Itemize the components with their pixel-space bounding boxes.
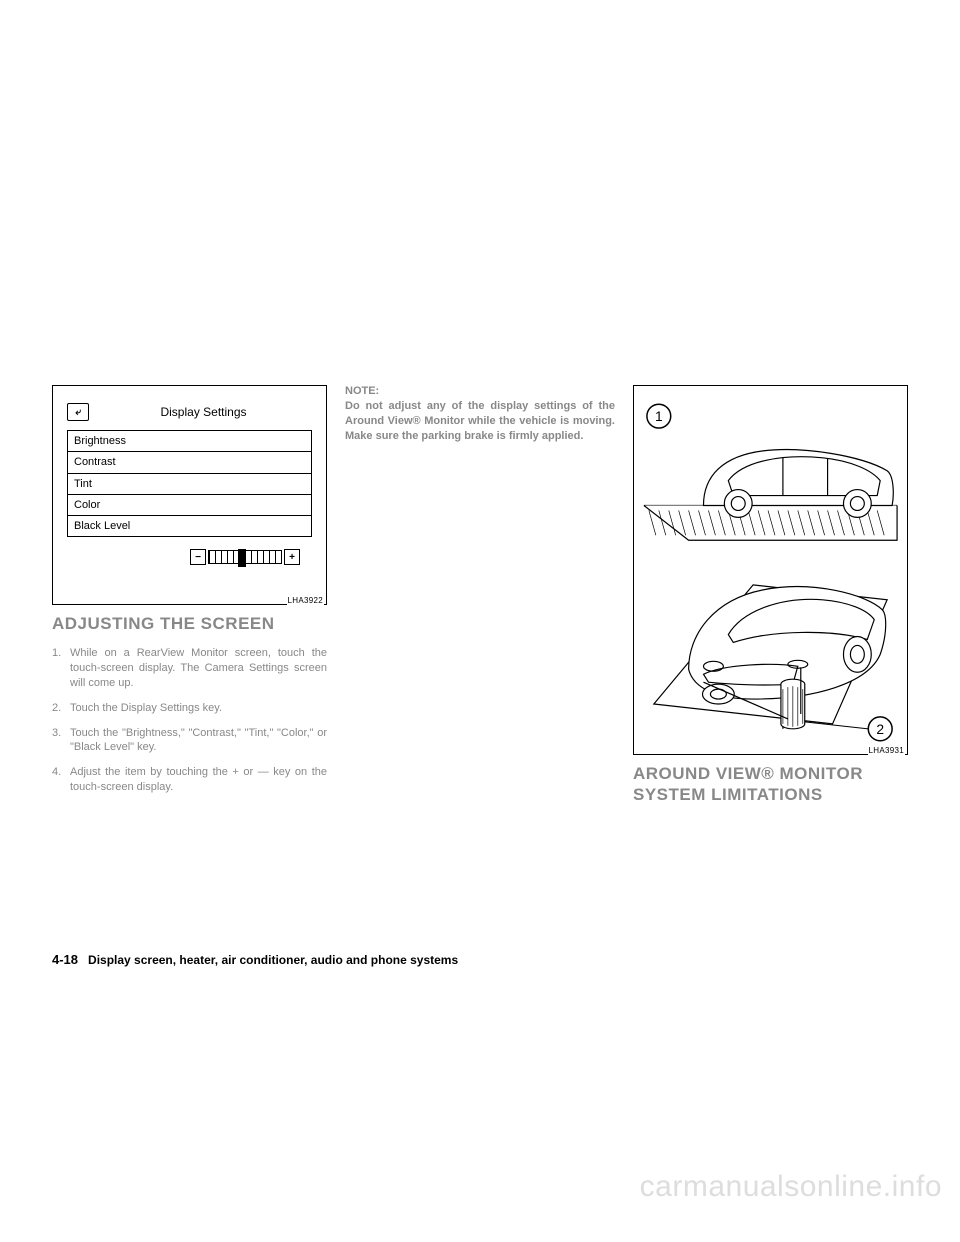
callout-2: 2 (876, 721, 884, 737)
vehicle-diagram-icon: 1 (634, 386, 907, 754)
list-item: Black Level (68, 516, 311, 536)
list-item: Tint (68, 474, 311, 495)
heading-adjusting-screen: ADJUSTING THE SCREEN (52, 613, 327, 634)
step-item: Touch the Display Settings key. (52, 701, 327, 716)
content-columns: ⤶ Display Settings Brightness Contrast T… (52, 385, 908, 945)
plus-button-icon: + (284, 549, 300, 565)
step-text: Touch the Display Settings key. (70, 701, 327, 716)
adjustment-slider: − + (190, 548, 300, 566)
minus-button-icon: − (190, 549, 206, 565)
manual-page: ⤶ Display Settings Brightness Contrast T… (0, 0, 960, 1242)
page-number: 4-18 (52, 952, 78, 967)
list-item: Brightness (68, 431, 311, 452)
step-item: Adjust the item by touching the + or — k… (52, 765, 327, 795)
back-icon: ⤶ (67, 403, 89, 421)
list-item: Contrast (68, 452, 311, 473)
note-body: Do not adjust any of the display setting… (345, 399, 615, 444)
figure-around-view: 1 (633, 385, 908, 755)
figure-code: LHA3931 (868, 746, 905, 755)
slider-track (208, 550, 282, 564)
figure-display-settings: ⤶ Display Settings Brightness Contrast T… (52, 385, 327, 605)
page-footer: 4-18 Display screen, heater, air conditi… (52, 952, 908, 967)
note-label: NOTE: (345, 385, 615, 397)
display-settings-screen: ⤶ Display Settings Brightness Contrast T… (67, 400, 312, 590)
callout-1: 1 (655, 408, 663, 424)
display-settings-header: ⤶ Display Settings (67, 400, 312, 424)
step-text: Touch the "Brightness," "Contrast," "Tin… (70, 726, 327, 756)
column-middle: NOTE: Do not adjust any of the display s… (345, 385, 615, 945)
step-item: While on a RearView Monitor screen, touc… (52, 646, 327, 691)
column-left: ⤶ Display Settings Brightness Contrast T… (52, 385, 327, 945)
display-settings-list: Brightness Contrast Tint Color Black Lev… (67, 430, 312, 537)
list-item: Color (68, 495, 311, 516)
column-right: 1 (633, 385, 908, 945)
step-text: Adjust the item by touching the + or — k… (70, 765, 327, 795)
slider-thumb-icon (238, 549, 246, 567)
heading-around-view-limitations: AROUND VIEW® MONITOR SYSTEM LIMITATIONS (633, 763, 908, 806)
step-item: Touch the "Brightness," "Contrast," "Tin… (52, 726, 327, 756)
figure-code: LHA3922 (287, 596, 324, 605)
display-settings-title: Display Settings (95, 405, 312, 419)
step-text: While on a RearView Monitor screen, touc… (70, 646, 327, 691)
steps-list: While on a RearView Monitor screen, touc… (52, 646, 327, 805)
section-title: Display screen, heater, air conditioner,… (88, 953, 458, 967)
watermark: carmanualsonline.info (640, 1170, 942, 1204)
